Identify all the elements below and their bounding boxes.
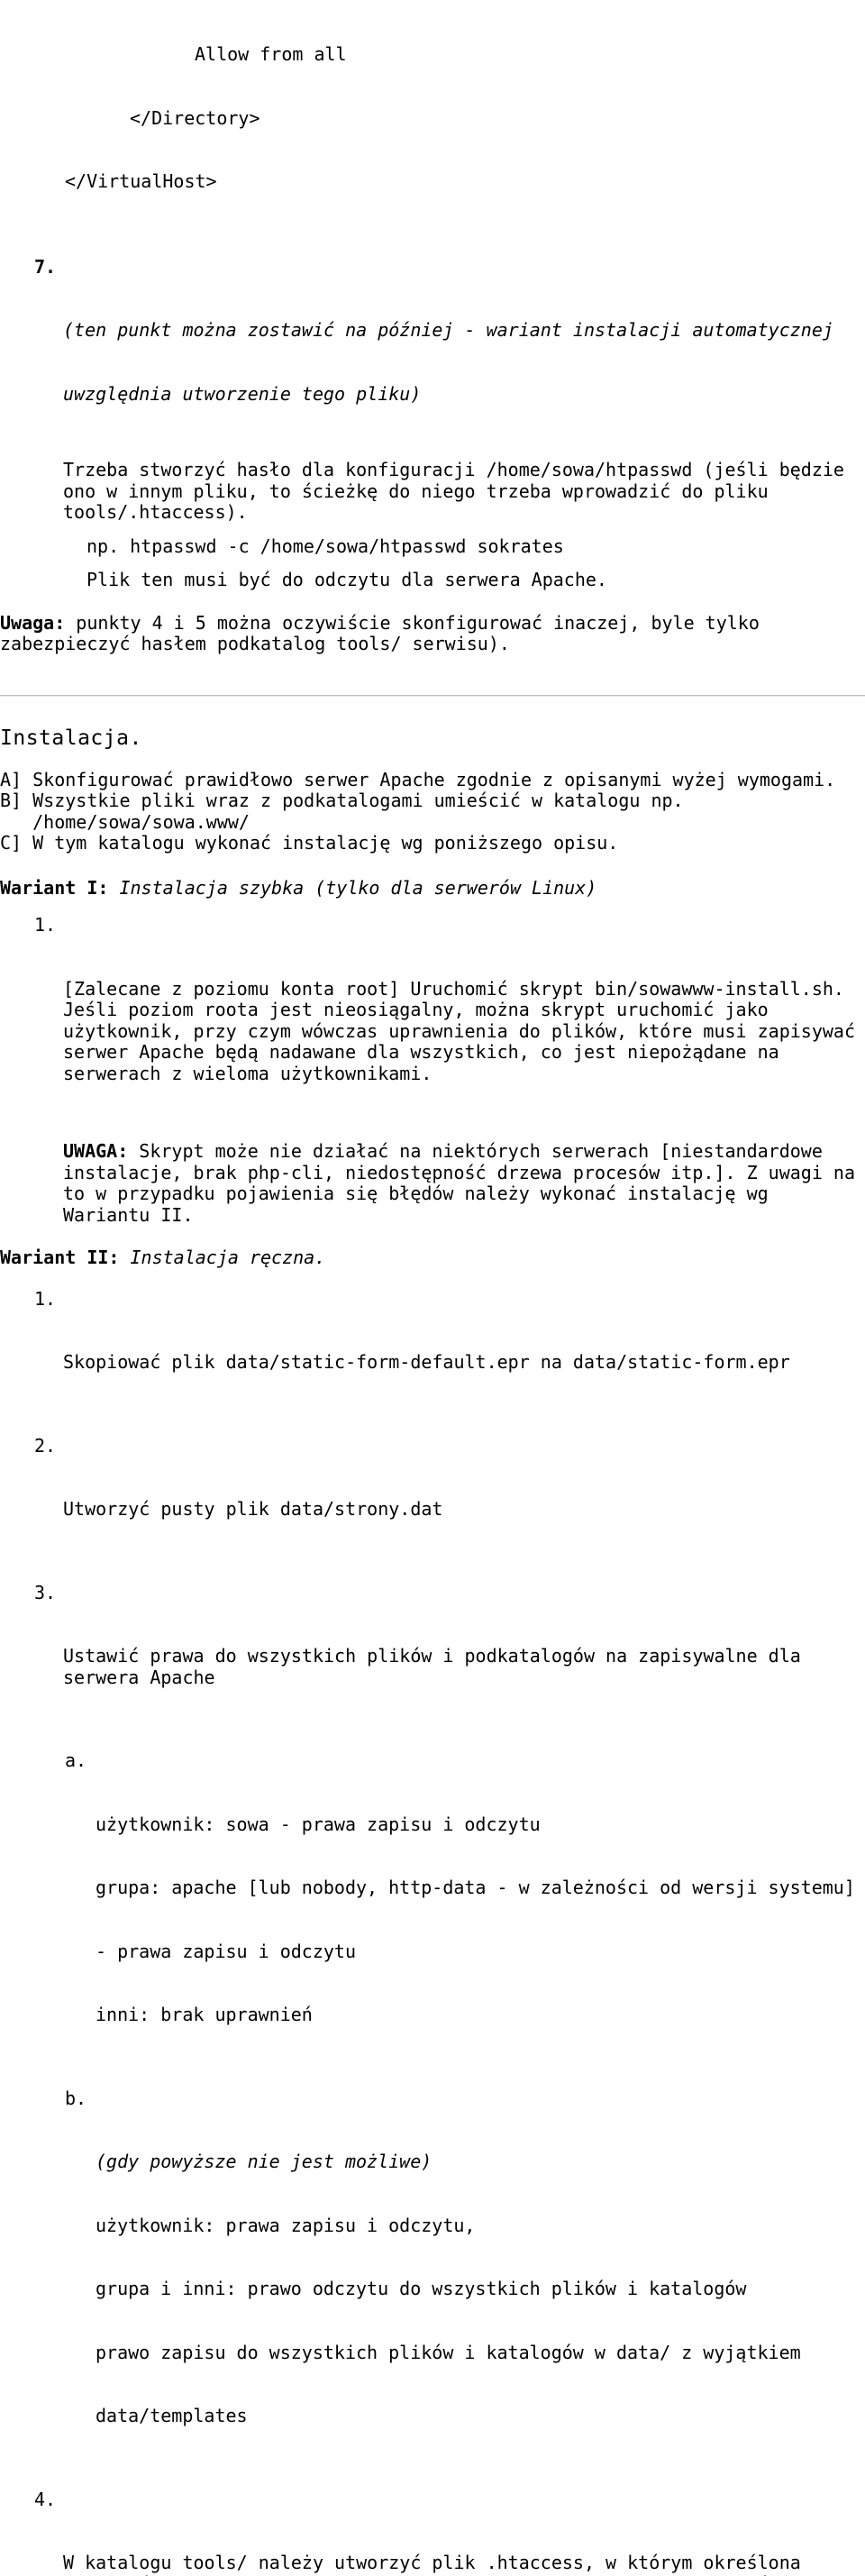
- item7-example-command: np. htpasswd -c /home/sowa/htpasswd sokr…: [0, 536, 865, 558]
- spacer: [0, 2470, 865, 2489]
- spacer: [0, 1226, 865, 1247]
- install-step-a: A] Skonfigurować prawidłowo serwer Apach…: [0, 770, 865, 791]
- code-block-apache-config: Allow from all </Directory> </VirtualHos…: [0, 0, 865, 235]
- note-uwaga-script-text: Skrypt może nie działać na niektórych se…: [63, 1140, 865, 1226]
- spacer: [0, 1731, 865, 1750]
- spacer: [0, 524, 865, 536]
- spacer: [0, 591, 865, 613]
- wariant-1-title: Instalacja szybka (tylko dla serwerów Li…: [108, 877, 596, 899]
- item7-italic-line-2: uwzględnia utworzenie tego pliku): [63, 384, 865, 406]
- note-uwaga-label: Uwaga:: [0, 612, 65, 634]
- sub-b-line-4: data/templates: [96, 2406, 865, 2427]
- wariant-2-title: Instalacja ręczna.: [119, 1247, 325, 1268]
- wariant-2-item-2: 2. Utworzyć pusty plik data/strony.dat: [0, 1436, 865, 1563]
- sub-b-line-2: grupa i inni: prawo odczytu do wszystkic…: [96, 2279, 865, 2300]
- spacer: [0, 235, 865, 257]
- item7-paragraph-2: Plik ten musi być do odczytu dla serwera…: [0, 570, 865, 591]
- note-uwaga: Uwaga: punkty 4 i 5 można oczywiście sko…: [0, 613, 865, 655]
- spacer: [0, 447, 865, 460]
- sub-b-line-1: użytkownik: prawa zapisu i odczytu,: [96, 2215, 865, 2237]
- spacer: [0, 1127, 865, 1141]
- wariant-2-sub-b: b. (gdy powyższe nie jest możliwe) użytk…: [0, 2088, 865, 2470]
- spacer: [0, 750, 865, 770]
- wariant-2-heading: Wariant II: Instalacja ręczna.: [0, 1247, 865, 1269]
- spacer: [0, 1563, 865, 1583]
- sub-b-italic-line: (gdy powyższe nie jest możliwe): [96, 2151, 865, 2173]
- spacer: [0, 1269, 865, 1289]
- spacer: [0, 899, 865, 915]
- list-marker-1: 1.: [34, 1289, 56, 1311]
- install-step-c: C] W tym katalogu wykonać instalację wg …: [0, 833, 865, 854]
- wariant-1-item-1-text: [Zalecane z poziomu konta root] Uruchomi…: [63, 979, 865, 1085]
- list-item-7: 7. (ten punkt można zostawić na później …: [0, 257, 865, 448]
- code-line-close-directory: </Directory>: [0, 108, 865, 130]
- wariant-2-item-4-text: W katalogu tools/ należy utworzyć plik .…: [63, 2553, 865, 2576]
- list-marker-4: 4.: [34, 2489, 56, 2511]
- sub-b-line-3: prawo zapisu do wszystkich plików i kata…: [96, 2343, 865, 2364]
- wariant-2-item-3-text: Ustawić prawa do wszystkich plików i pod…: [63, 1646, 865, 1688]
- sub-a-line-1: użytkownik: sowa - prawa zapisu i odczyt…: [96, 1814, 865, 1836]
- wariant-2-item-1-text: Skopiować plik data/static-form-default.…: [63, 1352, 865, 1374]
- wariant-2-item-4: 4. W katalogu tools/ należy utworzyć pli…: [0, 2489, 865, 2576]
- spacer: [0, 697, 865, 726]
- wariant-2-label: Wariant II:: [0, 1247, 119, 1268]
- note-uwaga-text: punkty 4 i 5 można oczywiście skonfiguro…: [0, 612, 770, 655]
- list-marker-3: 3.: [34, 1583, 56, 1604]
- wariant-2-item-2-text: Utworzyć pusty plik data/strony.dat: [63, 1499, 865, 1521]
- item7-italic-line-1: (ten punkt można zostawić na później - w…: [63, 320, 865, 342]
- wariant-2-item-3: 3. Ustawić prawa do wszystkich plików i …: [0, 1583, 865, 1731]
- code-line-allow-from-all: Allow from all: [0, 44, 865, 66]
- sub-a-line-4: inni: brak uprawnień: [96, 2005, 865, 2026]
- wariant-1-heading: Wariant I: Instalacja szybka (tylko dla …: [0, 878, 865, 900]
- wariant-1-label: Wariant I:: [0, 877, 108, 899]
- spacer: [0, 655, 865, 695]
- wariant-2-item-1: 1. Skopiować plik data/static-form-defau…: [0, 1289, 865, 1416]
- code-line-close-virtualhost: </VirtualHost>: [0, 171, 865, 193]
- item7-paragraph-1: Trzeba stworzyć hasło dla konfiguracji /…: [0, 460, 865, 524]
- list-marker-1: 1.: [34, 915, 56, 936]
- list-marker-b: b.: [65, 2088, 86, 2110]
- wariant-2-sub-a: a. użytkownik: sowa - prawa zapisu i odc…: [0, 1750, 865, 2069]
- note-uwaga-script: UWAGA: Skrypt może nie działać na niektó…: [0, 1141, 865, 1226]
- note-uwaga-script-label: UWAGA:: [63, 1140, 128, 1162]
- document-page: Allow from all </Directory> </VirtualHos…: [0, 0, 865, 1288]
- spacer: [0, 557, 865, 570]
- page-title-instalacja: Instalacja.: [0, 726, 865, 750]
- wariant-1-item-1: 1. [Zalecane z poziomu konta root] Uruch…: [0, 915, 865, 1127]
- list-marker-2: 2.: [34, 1436, 56, 1457]
- spacer: [0, 1416, 865, 1436]
- sub-a-line-3: - prawa zapisu i odczytu: [96, 1941, 865, 1963]
- list-marker-a: a.: [65, 1750, 86, 1772]
- install-step-b-path: /home/sowa/sowa.www/: [0, 812, 865, 834]
- sub-a-line-2: grupa: apache [lub nobody, http-data - w…: [96, 1877, 865, 1899]
- spacer: [0, 2069, 865, 2088]
- list-marker-7: 7.: [34, 257, 56, 279]
- spacer: [0, 854, 865, 878]
- install-step-b: B] Wszystkie pliki wraz z podkatalogami …: [0, 790, 865, 812]
